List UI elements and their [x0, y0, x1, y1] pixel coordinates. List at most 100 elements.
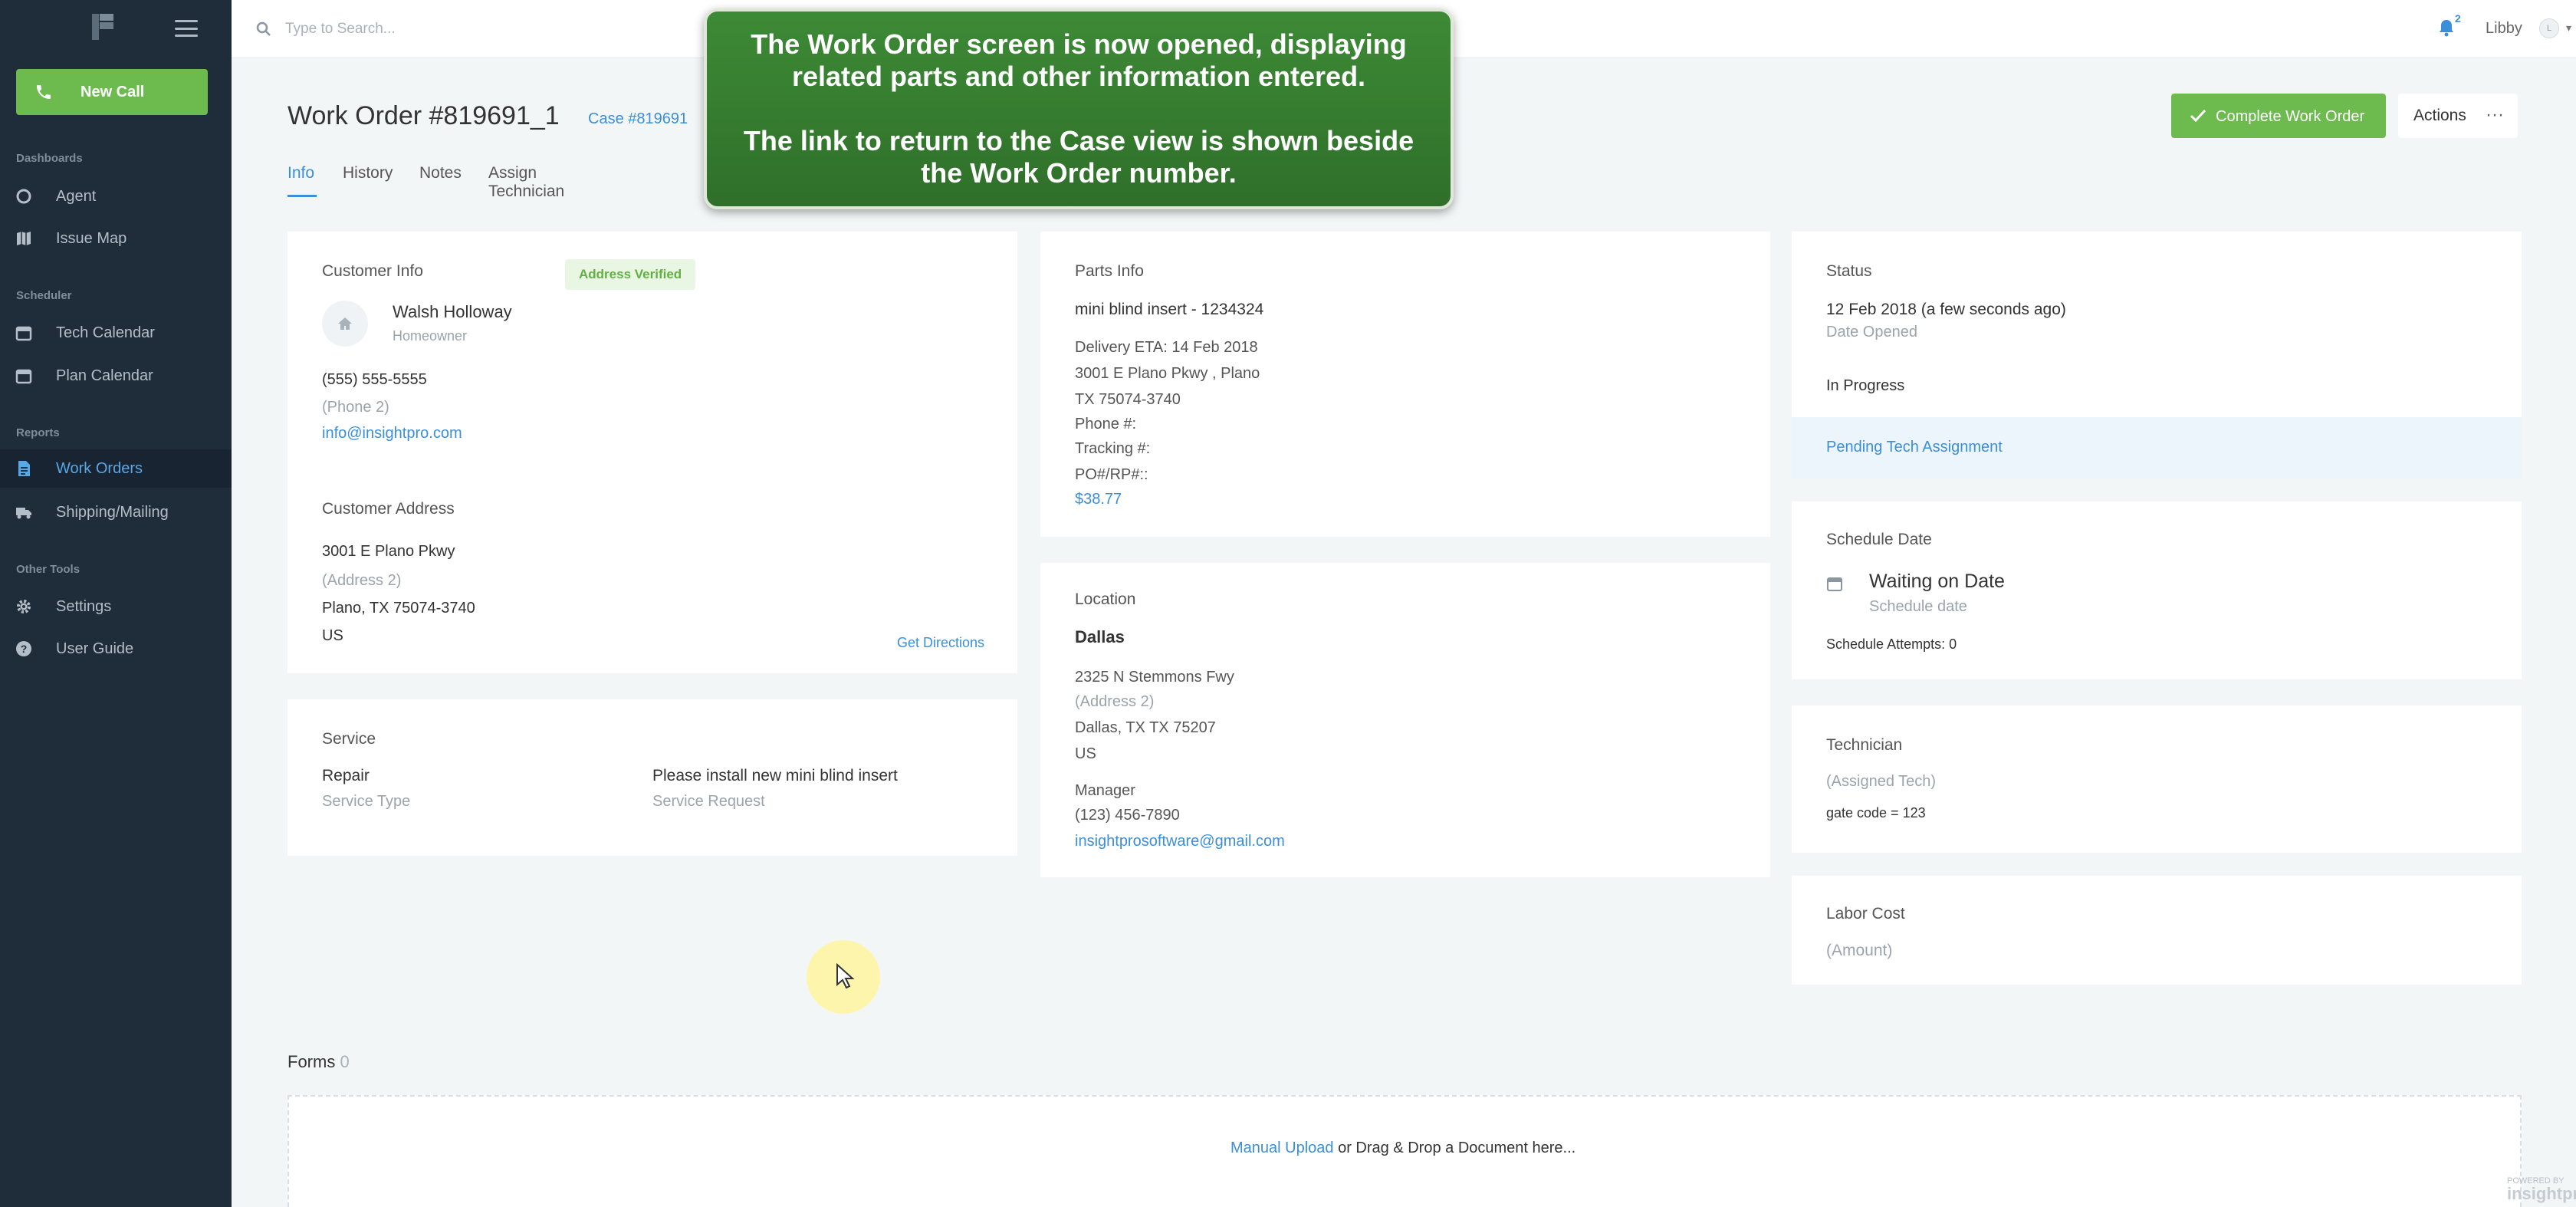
section-dashboards: Dashboards: [16, 152, 83, 165]
dropzone-text: Manual Upload or Drag & Drop a Document …: [1230, 1140, 1576, 1157]
address-line1: 3001 E Plano Pkwy: [322, 543, 455, 560]
parts-address1: 3001 E Plano Pkwy , Plano: [1075, 365, 1260, 382]
tab-notes[interactable]: Notes: [419, 164, 462, 183]
location-name: Dallas: [1075, 627, 1125, 646]
forms-heading: Forms 0: [288, 1052, 350, 1072]
address-verified-badge: Address Verified: [565, 259, 696, 290]
service-type-label: Service Type: [322, 793, 411, 810]
location-country: US: [1075, 745, 1096, 762]
complete-work-order-button[interactable]: Complete Work Order: [2171, 94, 2386, 138]
home-icon: [322, 301, 368, 347]
address-line2: (Address 2): [322, 572, 402, 589]
location-city: Dallas, TX TX 75207: [1075, 719, 1216, 736]
document-dropzone[interactable]: Manual Upload or Drag & Drop a Document …: [288, 1095, 2522, 1207]
schedule-attempts: Schedule Attempts: 0: [1826, 636, 1957, 652]
user-name[interactable]: Libby: [2486, 20, 2522, 38]
gear-icon: [17, 600, 31, 613]
tutorial-callout: The Work Order screen is now opened, dis…: [704, 8, 1454, 209]
service-heading: Service: [322, 730, 376, 748]
delivery-eta: Delivery ETA: 14 Feb 2018: [1075, 339, 1258, 356]
document-icon: [18, 461, 30, 476]
labor-heading: Labor Cost: [1826, 905, 1905, 923]
parts-price[interactable]: $38.77: [1075, 491, 1122, 508]
cursor-icon: [836, 963, 854, 989]
sidebar-item-label: Tech Calendar: [56, 324, 155, 341]
sidebar-item-label: Issue Map: [56, 229, 127, 247]
parts-heading: Parts Info: [1075, 262, 1144, 280]
app-logo-icon[interactable]: [92, 14, 113, 40]
customer-phone: (555) 555-5555: [322, 371, 427, 388]
chevron-down-icon[interactable]: ▾: [2566, 21, 2571, 35]
customer-info-heading: Customer Info: [322, 262, 423, 280]
schedule-sub: Schedule date: [1869, 598, 1967, 615]
service-request-value: Please install new mini blind insert: [652, 767, 898, 784]
sidebar-item-settings[interactable]: Settings: [0, 587, 232, 626]
labor-amount: (Amount): [1826, 942, 1893, 959]
pending-tech-assignment[interactable]: Pending Tech Assignment: [1826, 439, 2003, 456]
sidebar-item-agent[interactable]: Agent: [0, 177, 232, 215]
customer-card: Customer Info Walsh Holloway Homeowner (…: [288, 232, 1017, 673]
sidebar-item-work-orders[interactable]: Work Orders: [0, 449, 232, 488]
status-heading: Status: [1826, 262, 1872, 280]
sidebar-item-label: User Guide: [56, 640, 134, 657]
map-icon: [17, 232, 31, 245]
service-type-value: Repair: [322, 767, 370, 784]
technician-note: gate code = 123: [1826, 805, 1926, 821]
tab-info[interactable]: Info: [288, 164, 314, 183]
bell-icon[interactable]: [2438, 18, 2455, 37]
case-link[interactable]: Case #819691: [588, 110, 688, 128]
customer-role: Homeowner: [393, 328, 468, 344]
customer-email[interactable]: info@insightpro.com: [322, 425, 462, 442]
powered-brand: insightpro: [2507, 1184, 2576, 1203]
actions-button[interactable]: Actions ···: [2398, 94, 2518, 138]
sidebar-item-tech-calendar[interactable]: Tech Calendar: [0, 314, 232, 352]
notification-count: 2: [2455, 12, 2461, 25]
sidebar-item-label: Shipping/Mailing: [56, 503, 169, 521]
forms-count: 0: [340, 1052, 350, 1071]
schedule-value: Waiting on Date: [1869, 571, 2005, 592]
callout-text-1: The Work Order screen is now opened, dis…: [751, 28, 1407, 92]
status-card: Status 12 Feb 2018 (a few seconds ago) D…: [1792, 232, 2522, 479]
get-directions-link[interactable]: Get Directions: [897, 635, 984, 651]
part-name: mini blind insert - 1234324: [1075, 301, 1264, 318]
avatar[interactable]: L: [2539, 18, 2559, 38]
tab-history[interactable]: History: [343, 164, 393, 183]
tab-assign-technician[interactable]: Assign Technician: [488, 164, 564, 201]
technician-heading: Technician: [1826, 736, 1903, 754]
new-call-button[interactable]: New Call: [16, 69, 208, 115]
technician-card: Technician (Assigned Tech) gate code = 1…: [1792, 705, 2522, 853]
sidebar-item-label: Agent: [56, 187, 97, 205]
customer-name: Walsh Holloway: [393, 302, 512, 321]
parts-po: PO#/RP#::: [1075, 466, 1148, 483]
customer-phone2: (Phone 2): [322, 399, 389, 416]
section-other-tools: Other Tools: [16, 563, 80, 576]
calendar-icon: [15, 326, 32, 341]
assigned-tech: (Assigned Tech): [1826, 773, 1937, 790]
new-call-label: New Call: [80, 84, 145, 100]
location-address1: 2325 N Stemmons Fwy: [1075, 669, 1234, 686]
sidebar-item-shipping[interactable]: Shipping/Mailing: [0, 493, 232, 531]
sidebar-item-label: Settings: [56, 597, 112, 615]
powered-by-logo: POWERED BYinsightpro: [2507, 1176, 2576, 1202]
location-address2: (Address 2): [1075, 693, 1155, 710]
calendar-icon: [15, 369, 32, 384]
page-title: Work Order #819691_1: [288, 101, 560, 130]
sidebar-item-plan-calendar[interactable]: Plan Calendar: [0, 357, 232, 395]
customer-address-heading: Customer Address: [322, 500, 455, 518]
sidebar-item-user-guide[interactable]: ? User Guide: [0, 630, 232, 668]
service-card: Service Repair Service Type Please insta…: [288, 699, 1017, 856]
schedule-card: Schedule Date Waiting on Date Schedule d…: [1792, 502, 2522, 679]
manager-email[interactable]: insightprosoftware@gmail.com: [1075, 833, 1285, 850]
sidebar: New Call Dashboards Agent Issue Map Sche…: [0, 0, 232, 1207]
manual-upload-link[interactable]: Manual Upload: [1230, 1140, 1334, 1156]
section-scheduler: Scheduler: [16, 289, 72, 302]
forms-title: Forms: [288, 1052, 336, 1071]
search-icon: [256, 21, 271, 36]
actions-label: Actions: [2413, 107, 2466, 124]
search-input[interactable]: [285, 17, 669, 41]
sidebar-item-issue-map[interactable]: Issue Map: [0, 219, 232, 258]
manager-phone: (123) 456-7890: [1075, 807, 1180, 824]
calendar-icon: [1827, 577, 1842, 591]
menu-toggle-icon[interactable]: [175, 20, 198, 37]
circle-icon: [16, 189, 31, 204]
